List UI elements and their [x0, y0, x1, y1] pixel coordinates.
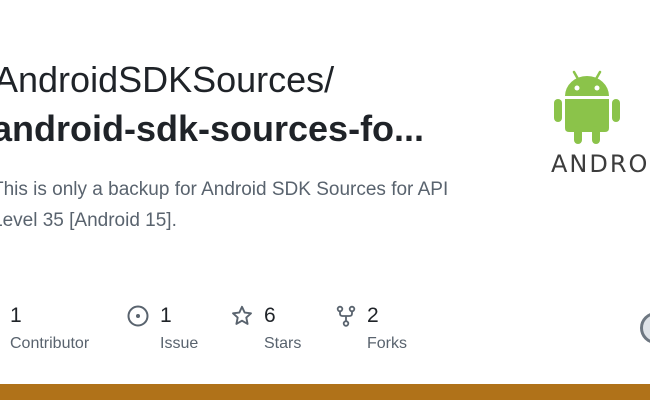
owner-avatar[interactable]: [640, 312, 650, 344]
language-color-bar: [0, 384, 650, 400]
stat-label: Stars: [264, 335, 302, 352]
repo-description: This is only a backup for Android SDK So…: [0, 179, 449, 231]
stat-count: 2: [367, 304, 379, 327]
repo-forked-icon: [334, 304, 358, 328]
stat-count: 1: [10, 304, 22, 327]
repo-name[interactable]: android-sdk-sources-fo...: [0, 106, 424, 152]
android-wordmark: ANDROID: [551, 150, 650, 178]
repository-social-card: AndroidSDKSources/ android-sdk-sources-f…: [0, 0, 650, 400]
stat-label: Issue: [160, 335, 199, 352]
stat-label: Contributor: [10, 335, 90, 352]
issue-opened-icon: [126, 304, 150, 328]
repo-owner[interactable]: AndroidSDKSources/: [0, 58, 334, 102]
star-icon: [230, 304, 254, 328]
stat-count: 1: [160, 304, 172, 327]
stat-label: Forks: [367, 335, 407, 352]
stat-count: 6: [264, 304, 276, 327]
